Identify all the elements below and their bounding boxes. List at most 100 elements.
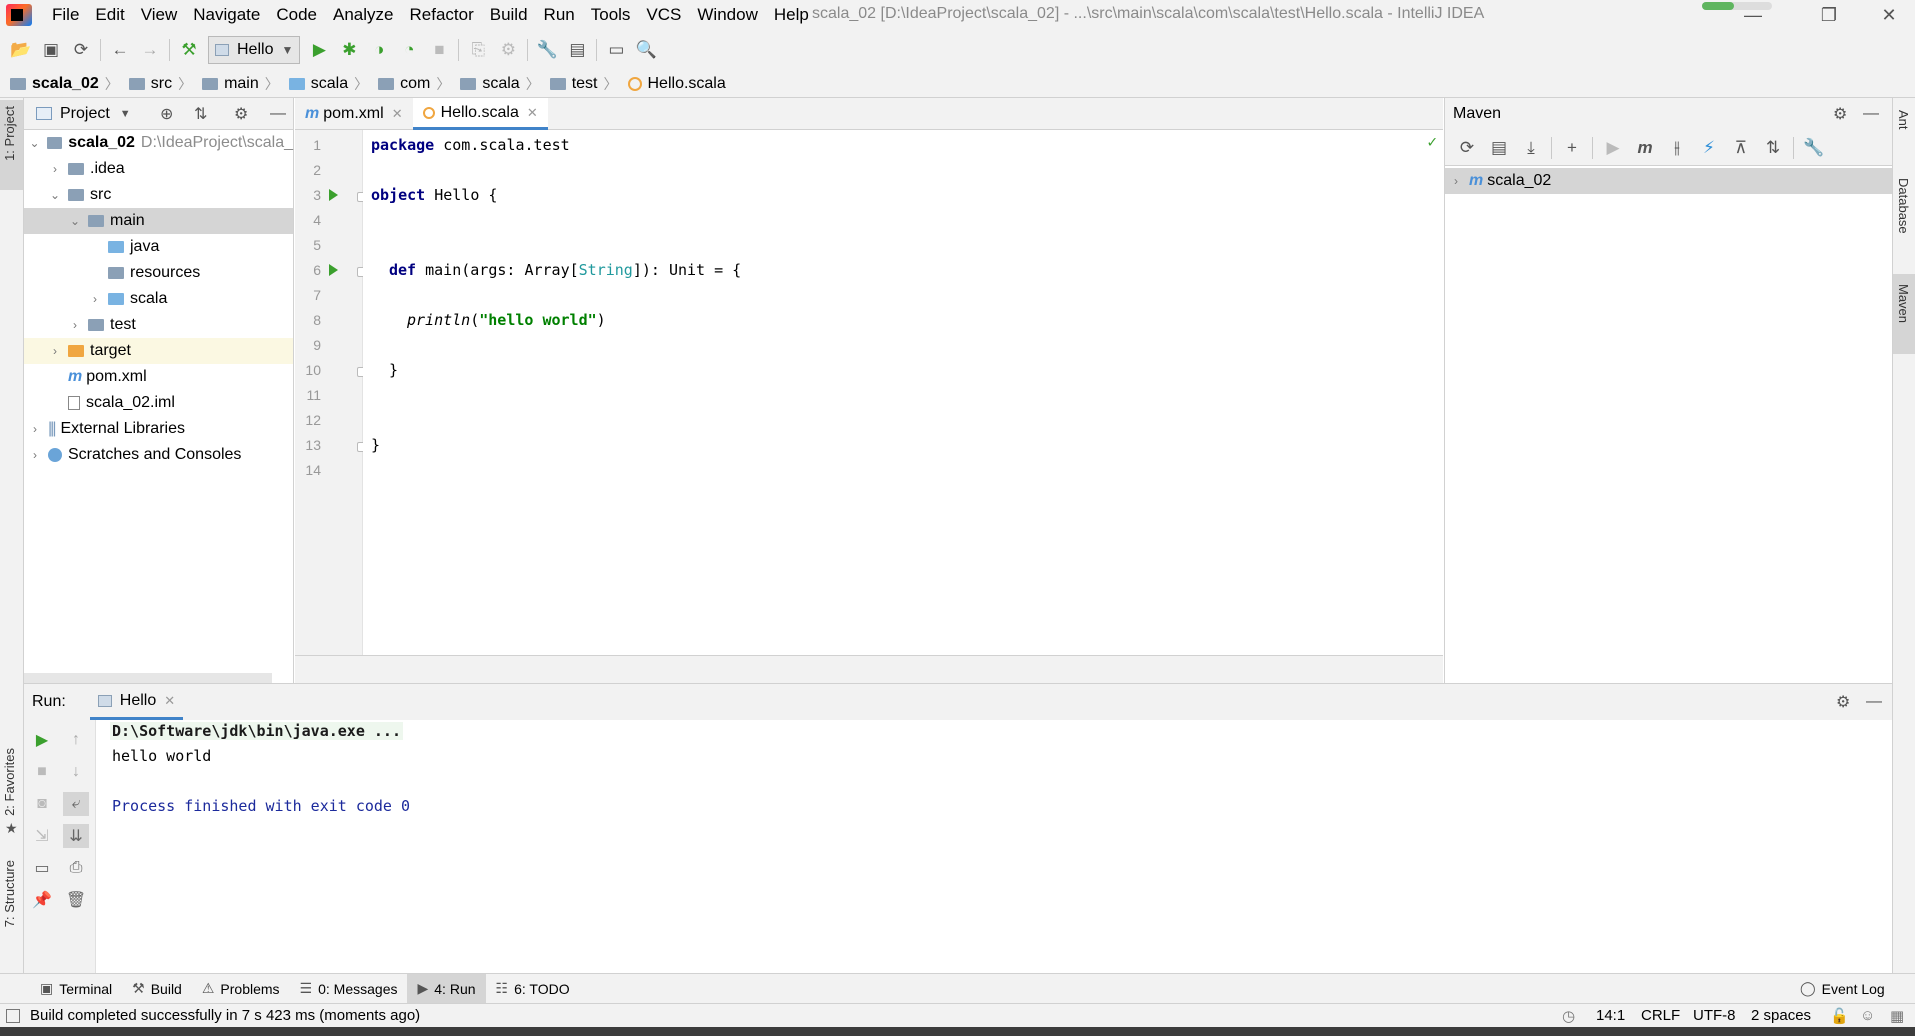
tree-item-scala-02[interactable]: ⌄ scala_02 D:\IdeaProject\scala_ bbox=[24, 130, 293, 156]
run-gutter-icon[interactable] bbox=[329, 264, 338, 276]
project-panel-title[interactable]: Project bbox=[60, 105, 110, 123]
project-horizontal-scrollbar[interactable] bbox=[24, 673, 272, 683]
breadcrumb-item[interactable]: com 〉 bbox=[378, 74, 456, 94]
chevron-right-icon[interactable]: › bbox=[48, 344, 62, 358]
caret-position[interactable]: 14:1 bbox=[1596, 1007, 1625, 1024]
stop-icon[interactable]: ■ bbox=[29, 760, 55, 784]
settings-wrench-icon[interactable]: 🔧 bbox=[532, 35, 562, 65]
minimize-button[interactable]: — bbox=[1727, 0, 1779, 30]
debug-icon[interactable]: ✱ bbox=[334, 35, 364, 65]
menu-file[interactable]: File bbox=[44, 5, 87, 25]
profile-icon[interactable]: ◔ bbox=[394, 35, 424, 65]
chevron-right-icon[interactable]: › bbox=[48, 162, 62, 176]
tool-tab-todo[interactable]: ☷ 6: TODO bbox=[486, 974, 580, 1004]
tree-item-target[interactable]: › target bbox=[24, 338, 293, 364]
tool-tab-run[interactable]: ▶ 4: Run bbox=[407, 973, 486, 1004]
menu-code[interactable]: Code bbox=[268, 5, 325, 25]
favorites-tool-tab[interactable]: 2: Favorites bbox=[2, 748, 17, 816]
skip-tests-icon[interactable]: ⚡ bbox=[1693, 133, 1725, 163]
arrow-down-icon[interactable]: ↓ bbox=[63, 760, 89, 784]
attach-debugger-icon[interactable]: ⎘ bbox=[463, 35, 493, 65]
maven-project-item[interactable]: › m scala_02 bbox=[1445, 168, 1892, 194]
hide-icon[interactable]: — bbox=[1863, 105, 1879, 123]
tool-tab-build[interactable]: ⚒ Build bbox=[122, 974, 192, 1004]
soft-wrap-icon[interactable]: ⤶ bbox=[63, 792, 89, 816]
download-icon[interactable]: ⤓ bbox=[1515, 133, 1547, 163]
chevron-down-icon[interactable]: ⌄ bbox=[48, 188, 62, 202]
run-with-coverage-icon[interactable]: ◑ bbox=[364, 35, 394, 65]
hide-icon[interactable]: — bbox=[1866, 693, 1882, 711]
gear-icon[interactable]: ⚙ bbox=[1833, 104, 1847, 124]
ant-tool-tab[interactable]: Ant bbox=[1896, 110, 1911, 130]
print-icon[interactable]: ⎙ bbox=[63, 856, 89, 880]
menu-navigate[interactable]: Navigate bbox=[185, 5, 268, 25]
run-icon[interactable]: ▶ bbox=[1597, 133, 1629, 163]
restore-layout-icon[interactable]: ⇲ bbox=[29, 824, 55, 848]
hide-icon[interactable]: — bbox=[270, 105, 286, 123]
collapse-all-icon[interactable]: ⇅ bbox=[1757, 133, 1789, 163]
rerun-icon[interactable]: ▶ bbox=[29, 728, 55, 752]
run-gutter-icon[interactable] bbox=[329, 189, 338, 201]
stop-icon[interactable]: ■ bbox=[424, 35, 454, 65]
chevron-right-icon[interactable]: › bbox=[28, 422, 42, 436]
tree-item-scala[interactable]: › scala bbox=[24, 286, 293, 312]
menu-window[interactable]: Window bbox=[689, 5, 765, 25]
menu-build[interactable]: Build bbox=[482, 5, 536, 25]
chevron-right-icon[interactable]: › bbox=[88, 292, 102, 306]
lock-icon[interactable]: 🔓 bbox=[1830, 1007, 1849, 1025]
tree-item-external-libraries[interactable]: › ||| External Libraries bbox=[24, 416, 293, 442]
menu-vcs[interactable]: VCS bbox=[638, 5, 689, 25]
toggle-offline-icon[interactable]: ⫲ bbox=[1661, 133, 1693, 163]
camera-icon[interactable]: ◙ bbox=[29, 792, 55, 816]
breadcrumb-item[interactable]: scala 〉 bbox=[460, 74, 545, 94]
database-tool-tab[interactable]: Database bbox=[1896, 178, 1911, 234]
run-icon[interactable]: ▶ bbox=[304, 35, 334, 65]
gear-icon[interactable]: ⚙ bbox=[1836, 692, 1850, 712]
tool-tab-terminal[interactable]: ▣ Terminal bbox=[30, 974, 122, 1004]
menu-refactor[interactable]: Refactor bbox=[401, 5, 481, 25]
open-folder-icon[interactable]: 📂 bbox=[6, 35, 36, 65]
gear-icon[interactable]: ⚙ bbox=[234, 104, 248, 124]
reload-icon[interactable]: ⟳ bbox=[1451, 133, 1483, 163]
tab-hello-scala[interactable]: Hello.scala ✕ bbox=[412, 98, 548, 130]
generate-sources-icon[interactable]: ▤ bbox=[1483, 133, 1515, 163]
no-problems-check-icon[interactable]: ✓ bbox=[1427, 132, 1437, 151]
menu-help[interactable]: Help bbox=[766, 5, 817, 25]
status-message[interactable]: Build completed successfully in 7 s 423 … bbox=[30, 1007, 420, 1024]
run-tab-hello[interactable]: Hello ✕ bbox=[89, 684, 184, 720]
menu-run[interactable]: Run bbox=[536, 5, 583, 25]
tree-item-idea[interactable]: › .idea bbox=[24, 156, 293, 182]
add-icon[interactable]: + bbox=[1556, 133, 1588, 163]
close-icon[interactable]: ✕ bbox=[164, 693, 175, 709]
menu-analyze[interactable]: Analyze bbox=[325, 5, 401, 25]
restore-button[interactable]: ❐ bbox=[1803, 0, 1855, 30]
menu-edit[interactable]: Edit bbox=[87, 5, 132, 25]
back-icon[interactable]: ← bbox=[105, 35, 135, 65]
chevron-down-icon[interactable]: ⌄ bbox=[68, 214, 82, 228]
breadcrumb-item[interactable]: test 〉 bbox=[549, 74, 624, 94]
structure-tool-tab[interactable]: 7: Structure bbox=[2, 860, 17, 927]
chevron-down-icon[interactable]: ⌄ bbox=[28, 136, 41, 150]
breadcrumb-item[interactable]: scala_02 〉 bbox=[10, 74, 125, 94]
menu-view[interactable]: View bbox=[133, 5, 186, 25]
save-icon[interactable]: ▣ bbox=[36, 35, 66, 65]
pin-icon[interactable]: 📌 bbox=[29, 888, 55, 912]
tool-tab-problems[interactable]: ⚠ Problems bbox=[192, 974, 290, 1004]
editor-gutter[interactable]: 1 2 3 4 5 6 7 8 9 10 11 12 13 14 bbox=[295, 130, 367, 655]
chevron-right-icon[interactable]: › bbox=[68, 318, 82, 332]
tool-tab-event-log[interactable]: ◯ Event Log bbox=[1790, 974, 1895, 1004]
maven-tool-tab[interactable]: Maven bbox=[1896, 284, 1911, 323]
line-separator[interactable]: CRLF bbox=[1641, 1007, 1680, 1024]
update-running-icon[interactable]: ⚙ bbox=[493, 35, 523, 65]
tree-item-scratches[interactable]: › Scratches and Consoles bbox=[24, 442, 293, 468]
editor-horizontal-scrollbar[interactable] bbox=[295, 655, 1443, 683]
forward-icon[interactable]: → bbox=[135, 35, 165, 65]
tree-item-src[interactable]: ⌄ src bbox=[24, 182, 293, 208]
tree-item-java[interactable]: java bbox=[24, 234, 293, 260]
breadcrumb-item[interactable]: main 〉 bbox=[202, 74, 285, 94]
inspector-icon[interactable]: ☺ bbox=[1860, 1007, 1875, 1024]
tree-item-iml[interactable]: scala_02.iml bbox=[24, 390, 293, 416]
build-hammer-icon[interactable]: ⚒ bbox=[174, 35, 204, 65]
run-configuration-select[interactable]: Hello ▼ bbox=[208, 36, 301, 64]
search-icon[interactable]: 🔍 bbox=[631, 35, 661, 65]
